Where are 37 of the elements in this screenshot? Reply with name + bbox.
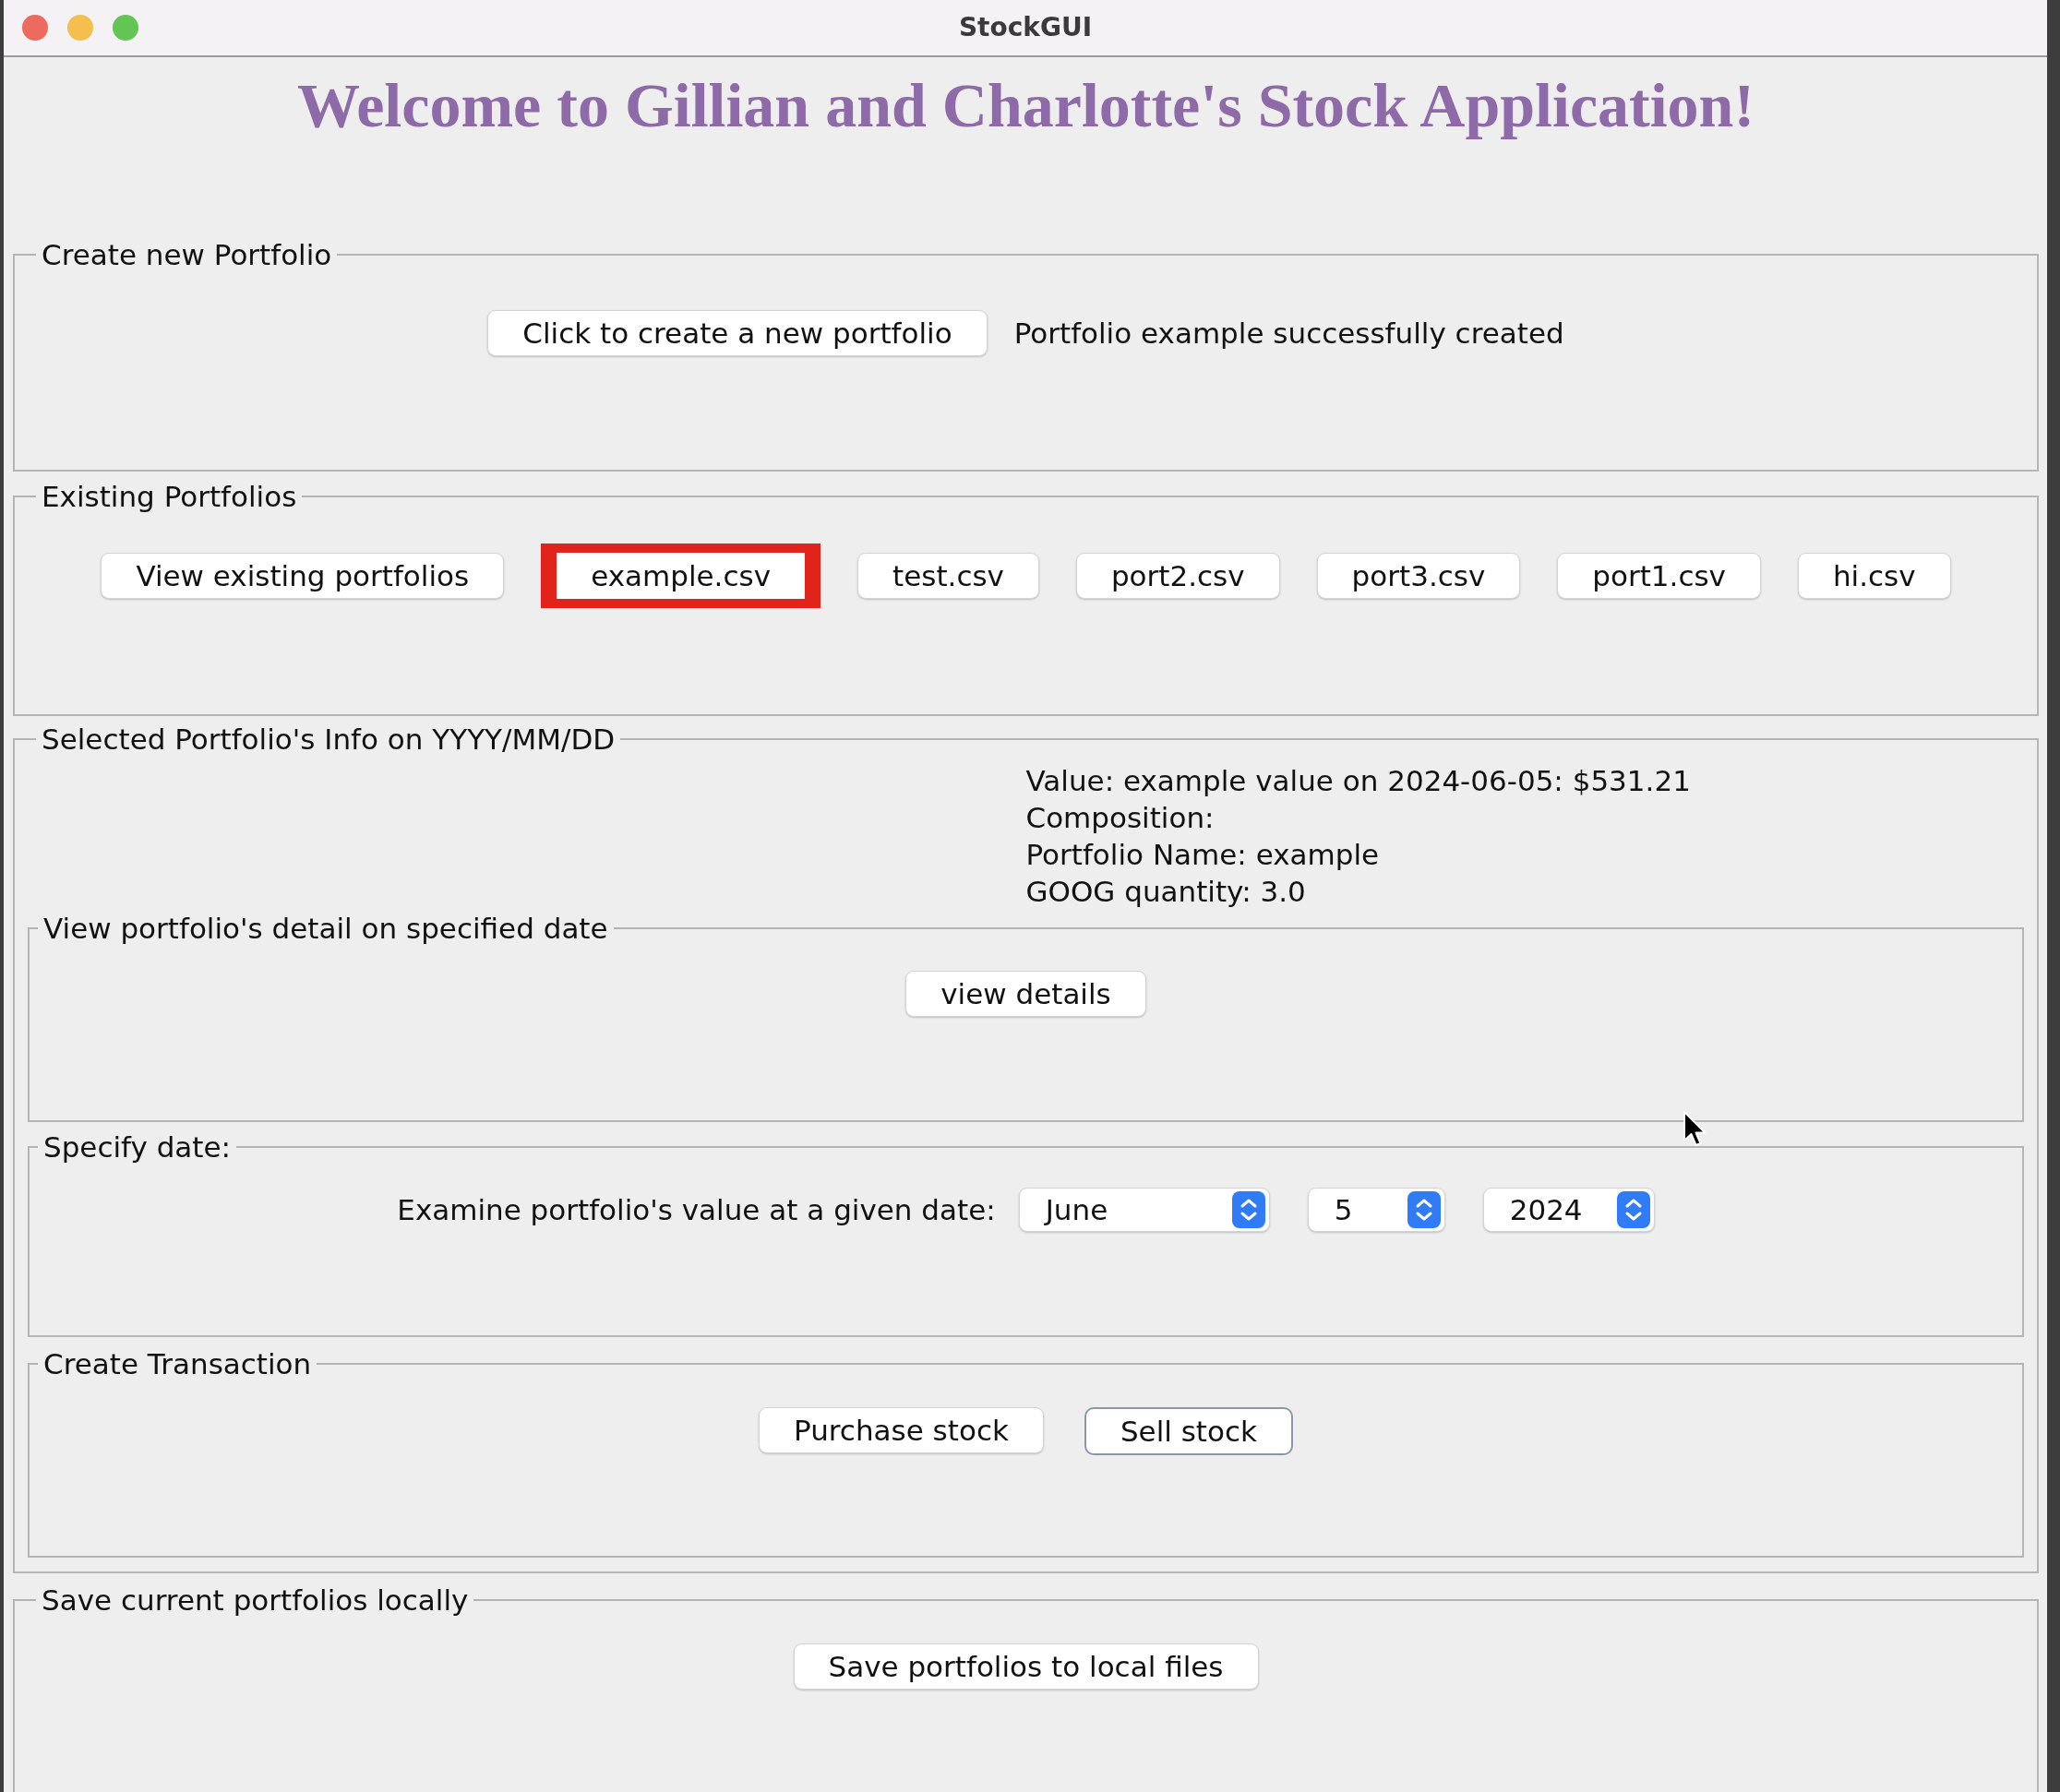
create-portfolio-button[interactable]: Click to create a new portfolio xyxy=(487,310,988,356)
purchase-stock-button[interactable]: Purchase stock xyxy=(759,1407,1044,1453)
date-prompt-label: Examine portfolio's value at a given date: xyxy=(397,1193,996,1226)
welcome-heading: Welcome to Gillian and Charlotte's Stock Application! xyxy=(296,70,1755,140)
day-dropdown[interactable]: 5 xyxy=(1307,1188,1445,1232)
month-dropdown[interactable]: June xyxy=(1018,1188,1270,1232)
zoom-button[interactable] xyxy=(113,15,138,41)
portfolio-file-button[interactable]: example.csv xyxy=(541,544,820,608)
portfolio-info-line: Value: example value on 2024-06-05: $531.21 xyxy=(1025,763,1691,799)
portfolio-file-button[interactable]: test.csv xyxy=(857,553,1039,599)
mouse-pointer-icon xyxy=(1683,1110,1707,1148)
portfolio-file-button[interactable]: port3.csv xyxy=(1316,553,1521,599)
portfolio-info-line: Portfolio Name: example xyxy=(1025,837,1380,873)
view-details-button[interactable]: view details xyxy=(905,971,1146,1017)
up-down-chevron-icon xyxy=(1407,1191,1441,1228)
portfolio-file-button[interactable]: hi.csv xyxy=(1797,553,1951,599)
up-down-chevron-icon xyxy=(1616,1191,1650,1228)
portfolio-file-button[interactable]: port2.csv xyxy=(1075,553,1280,599)
save-portfolios-button[interactable]: Save portfolios to local files xyxy=(793,1643,1259,1690)
portfolio-info-line: Composition: xyxy=(1025,800,1215,836)
panel-title: View portfolio's detail on specified date xyxy=(42,911,609,947)
year-dropdown[interactable]: 2024 xyxy=(1482,1188,1655,1232)
panel-title: Save current portfolios locally xyxy=(41,1583,470,1619)
sell-stock-button[interactable]: Sell stock xyxy=(1084,1407,1293,1455)
window-title: StockGUI xyxy=(958,13,1093,42)
minimize-button[interactable] xyxy=(67,15,93,41)
portfolio-file-button[interactable]: port1.csv xyxy=(1557,553,1761,599)
panel-title: Existing Portfolios xyxy=(41,479,298,515)
status-message: Portfolio example successfully created xyxy=(1013,316,1564,352)
panel-title: Specify date: xyxy=(42,1129,232,1165)
panel-title: Create Transaction xyxy=(42,1346,313,1382)
panel-title: Create new Portfolio xyxy=(41,237,333,273)
panel-title: Selected Portfolio's Info on YYYY/MM/DD xyxy=(41,722,617,758)
portfolio-info-line: GOOG quantity: 3.0 xyxy=(1025,874,1306,910)
up-down-chevron-icon xyxy=(1231,1191,1265,1228)
close-button[interactable] xyxy=(22,15,48,41)
view-portfolios-button[interactable]: View existing portfolios xyxy=(101,553,505,599)
